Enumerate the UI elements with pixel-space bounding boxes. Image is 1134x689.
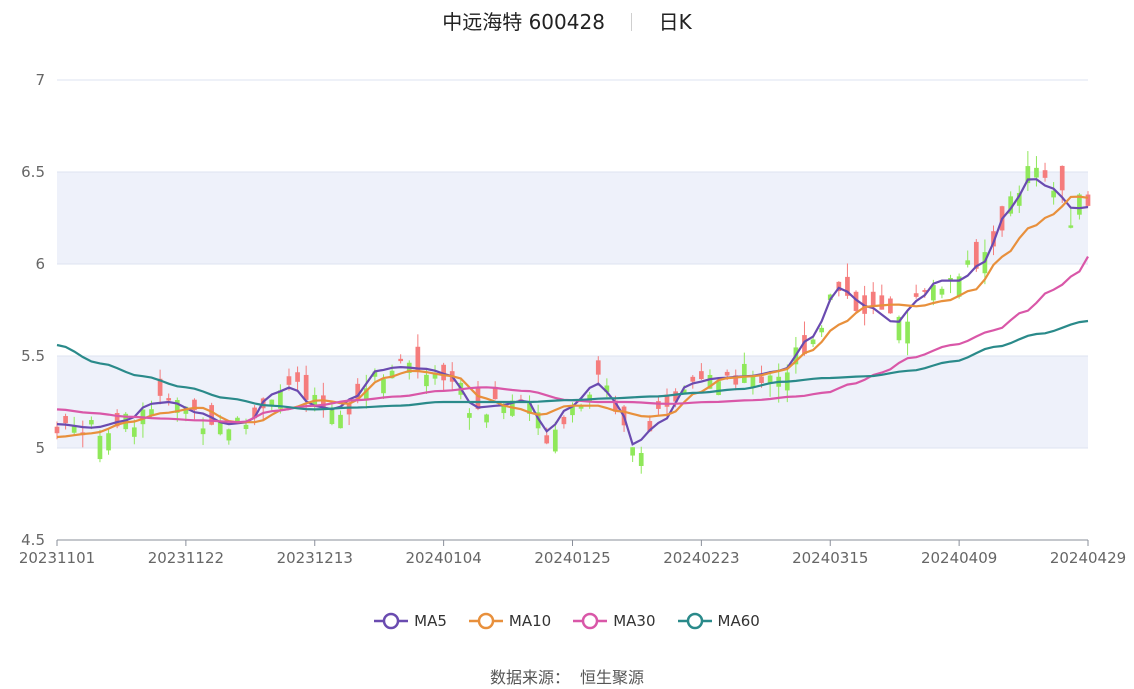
- x-tick-label: 20231213: [277, 549, 353, 567]
- x-tick-label: 20240409: [921, 549, 997, 567]
- y-tick-label: 6: [35, 255, 45, 273]
- candle-body[interactable]: [97, 435, 103, 460]
- y-tick-label: 4.5: [21, 531, 45, 549]
- x-tick-label: 20240429: [1050, 549, 1126, 567]
- candle-body[interactable]: [699, 371, 704, 380]
- candle-body[interactable]: [741, 363, 747, 383]
- candle-body[interactable]: [1042, 170, 1048, 178]
- candle-body[interactable]: [905, 321, 910, 344]
- candle-body[interactable]: [106, 433, 111, 451]
- candle-body[interactable]: [1034, 167, 1039, 178]
- candle-body[interactable]: [716, 381, 721, 396]
- source-value: 恒生聚源: [580, 668, 645, 687]
- legend-marker-icon: [677, 612, 712, 630]
- candle-body[interactable]: [870, 291, 876, 307]
- candle-body[interactable]: [200, 428, 206, 435]
- candle-body[interactable]: [724, 371, 730, 376]
- candle-body[interactable]: [913, 293, 919, 297]
- y-tick-label: 7: [35, 71, 45, 89]
- candle-body[interactable]: [131, 427, 137, 437]
- legend-marker-icon: [468, 612, 503, 630]
- y-tick-label: 5.5: [21, 347, 45, 365]
- legend-label: MA10: [508, 612, 552, 630]
- legend-item-ma10[interactable]: MA10: [468, 612, 552, 630]
- candle-body[interactable]: [89, 420, 94, 425]
- candle-body[interactable]: [467, 413, 472, 418]
- candle-body[interactable]: [965, 260, 971, 265]
- candle-body[interactable]: [690, 376, 696, 382]
- plot-background: [57, 80, 1088, 540]
- candle-body[interactable]: [879, 295, 885, 310]
- candle-body[interactable]: [424, 374, 429, 387]
- y-tick-label: 5: [35, 439, 45, 457]
- candle-body[interactable]: [303, 374, 309, 400]
- x-tick-label: 20231122: [148, 549, 224, 567]
- legend-item-ma60[interactable]: MA60: [677, 612, 760, 630]
- candle-body[interactable]: [63, 416, 68, 424]
- legend: MA5 MA10 MA30 MA60: [0, 612, 1134, 630]
- data-source: 数据来源： 恒生聚源: [0, 664, 1134, 688]
- candle-body[interactable]: [295, 372, 300, 382]
- candle-body[interactable]: [552, 429, 558, 452]
- x-tick-label: 20231101: [19, 549, 95, 567]
- x-tick-label: 20240315: [792, 549, 868, 567]
- candle-body[interactable]: [166, 398, 172, 401]
- candle-body[interactable]: [1059, 165, 1065, 191]
- grid-band: [57, 356, 1088, 448]
- candle-body[interactable]: [810, 339, 816, 345]
- candle-body[interactable]: [561, 416, 567, 425]
- candle-body[interactable]: [595, 360, 601, 375]
- candle-body[interactable]: [1085, 194, 1091, 206]
- candle-body[interactable]: [54, 426, 60, 434]
- candle-body[interactable]: [226, 429, 232, 441]
- candle-body[interactable]: [656, 401, 661, 409]
- x-tick-label: 20240125: [534, 549, 610, 567]
- legend-label: MA60: [717, 612, 760, 630]
- candle-body[interactable]: [338, 414, 343, 429]
- legend-item-ma30[interactable]: MA30: [573, 612, 656, 630]
- candle-body[interactable]: [381, 379, 386, 394]
- legend-marker-icon: [573, 612, 608, 630]
- candle-body[interactable]: [484, 414, 489, 423]
- candle-body[interactable]: [939, 288, 945, 295]
- x-tick-label: 20240223: [663, 549, 739, 567]
- candle-body[interactable]: [329, 409, 335, 425]
- candle-body[interactable]: [398, 358, 404, 362]
- candle-body[interactable]: [544, 435, 550, 444]
- legend-item-ma5[interactable]: MA5: [374, 612, 447, 630]
- kline-chart[interactable]: 4.5 5 5.5 6 6.5 7 20231101 20231122 20231213 2024…: [0, 0, 1134, 600]
- candle-body[interactable]: [819, 327, 825, 333]
- candle-body[interactable]: [759, 376, 764, 383]
- x-tick-label: 20240104: [405, 549, 481, 567]
- source-label: 数据来源：: [489, 668, 570, 687]
- legend-label: MA30: [613, 612, 656, 630]
- y-tick-label: 6.5: [21, 163, 45, 181]
- legend-marker-icon: [374, 612, 409, 630]
- candle-body[interactable]: [243, 424, 249, 429]
- candle-body[interactable]: [1068, 225, 1074, 228]
- legend-label: MA5: [414, 612, 447, 630]
- candle-body[interactable]: [638, 452, 644, 466]
- candle-body[interactable]: [286, 376, 292, 385]
- candle-body[interactable]: [630, 447, 635, 456]
- grid-band: [57, 172, 1088, 264]
